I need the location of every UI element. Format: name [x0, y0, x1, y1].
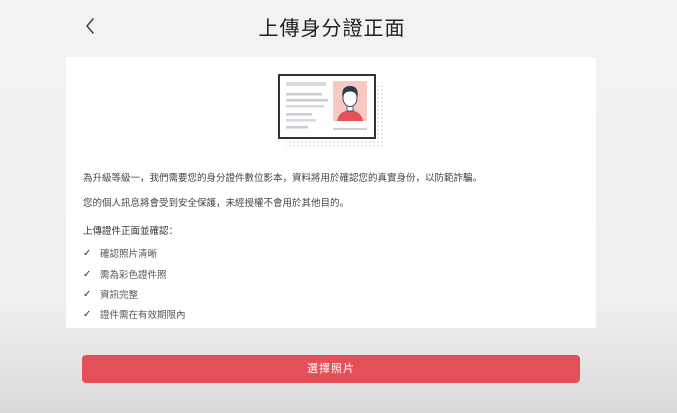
instruction-card: 為升級等級一，我們需要您的身分證件數位影本，資料將用於確認您的真實身份，以防範詐… — [66, 57, 596, 328]
checkmark-icon: ✓ — [83, 247, 92, 259]
id-card-icon — [278, 74, 385, 147]
checklist-item: ✓ 需為彩色證件照 — [83, 267, 167, 282]
select-photo-button[interactable]: 選擇照片 — [82, 355, 580, 383]
id-card-illustration — [277, 73, 387, 149]
upload-id-front-page: 上傳身分證正面 為升級等級一，我們需要您的身分證件數位影本，資料將用於確認您的真… — [0, 0, 677, 413]
checkmark-icon: ✓ — [83, 288, 92, 300]
privacy-paragraph: 您的個人訊息將會受到安全保護，未經授權不會用於其他目的。 — [83, 198, 350, 209]
checklist-item: ✓ 資訊完整 — [83, 287, 139, 302]
page-title: 上傳身分證正面 — [258, 16, 406, 40]
checkmark-icon: ✓ — [83, 308, 92, 320]
checklist-item: ✓ 確認照片清晰 — [83, 246, 158, 261]
checklist-item-label: 確認照片清晰 — [100, 249, 158, 260]
checkmark-icon: ✓ — [83, 268, 92, 280]
checklist-item-label: 需為彩色證件照 — [100, 270, 167, 281]
checklist-item-label: 資訊完整 — [100, 290, 139, 301]
checklist-item-label: 證件需在有效期限內 — [100, 310, 186, 321]
intro-paragraph: 為升級等級一，我們需要您的身分證件數位影本，資料將用於確認您的真實身份，以防範詐… — [83, 173, 483, 184]
header: 上傳身分證正面 — [0, 0, 677, 52]
checklist-title: 上傳證件正面並確認： — [83, 226, 179, 237]
checklist-item: ✓ 證件需在有效期限內 — [83, 307, 186, 322]
